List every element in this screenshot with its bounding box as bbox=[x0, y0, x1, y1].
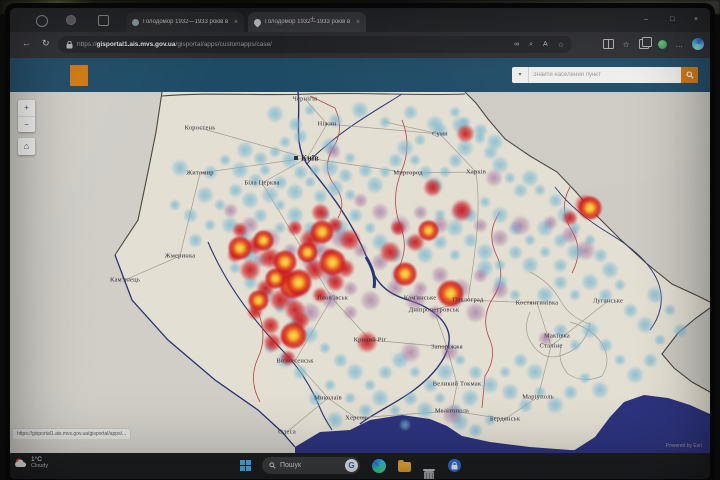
map-label: Харків bbox=[466, 169, 486, 176]
map-label: Макіївка bbox=[544, 333, 570, 340]
map-label: Чернігів bbox=[293, 96, 318, 103]
new-tab-button[interactable]: + bbox=[310, 15, 315, 24]
tab-title: Голодомор 1932—1933 років в bbox=[265, 19, 352, 25]
zoom-page-icon[interactable]: ⌕ bbox=[529, 41, 533, 49]
weather-temperature: 1°C bbox=[31, 456, 48, 463]
map-label: Миколаїв bbox=[314, 395, 342, 402]
map-label: Суми bbox=[432, 131, 448, 138]
home-button[interactable]: ⌂ bbox=[18, 138, 35, 155]
start-button[interactable] bbox=[240, 460, 251, 471]
map-label: Одеса bbox=[278, 429, 296, 436]
map-label: Київ bbox=[301, 154, 319, 163]
browser-tab-1[interactable]: Голодомор 1932—1933 років в × bbox=[126, 12, 244, 32]
map-canvas[interactable]: Чернігів Ніжин Коростень Суми Київ Житомир Хар… bbox=[10, 92, 710, 453]
window-close-button[interactable]: × bbox=[694, 16, 698, 23]
map-labels: Чернігів Ніжин Коростень Суми Київ Житомир Хар… bbox=[10, 92, 710, 453]
map-label: Миргород bbox=[393, 170, 422, 177]
more-menu-icon[interactable]: … bbox=[676, 40, 684, 49]
search-icon bbox=[269, 462, 276, 469]
workspaces-icon[interactable] bbox=[98, 15, 109, 26]
taskbar-search[interactable]: Пошук G bbox=[262, 457, 360, 474]
lock-icon bbox=[451, 462, 458, 470]
window-maximize-button[interactable]: □ bbox=[670, 16, 674, 23]
city-marker bbox=[294, 156, 298, 160]
app-logo[interactable] bbox=[70, 65, 88, 86]
back-button[interactable]: ← bbox=[22, 39, 31, 48]
search-highlight-icon[interactable]: G bbox=[345, 459, 358, 472]
map-label: Коростень bbox=[185, 125, 216, 132]
map-label: Жмеринка bbox=[165, 253, 196, 260]
map-label: Ніжин bbox=[318, 121, 337, 128]
map-label: Кам'янець bbox=[110, 277, 140, 284]
browser-tab-bar: Голодомор 1932—1933 років в × Голодомор … bbox=[10, 8, 710, 32]
settlement-search[interactable]: ▾ bbox=[512, 67, 698, 83]
map-label: Кам'янське bbox=[404, 295, 437, 302]
map-label: Житомир bbox=[186, 170, 213, 177]
lock-icon bbox=[66, 41, 73, 49]
tab-favicon bbox=[253, 17, 263, 27]
weather-icon bbox=[14, 457, 28, 469]
reader-icon[interactable]: ∞ bbox=[514, 41, 519, 48]
tab-favicon bbox=[132, 19, 139, 26]
map-label: Херсон bbox=[345, 415, 367, 422]
tab-title: Голодомор 1932—1933 років в bbox=[143, 19, 230, 25]
file-explorer-icon[interactable] bbox=[398, 462, 411, 472]
copilot-icon[interactable] bbox=[692, 38, 704, 50]
recycle-bin-icon[interactable] bbox=[424, 471, 434, 479]
lock-app-icon[interactable] bbox=[448, 459, 461, 472]
address-bar[interactable]: https://gisportal1.ais.mvs.gov.ua/gispor… bbox=[58, 36, 572, 53]
map-attribution: Powered by Esri bbox=[666, 443, 702, 449]
windows-taskbar: 1°C Cloudy Пошук G bbox=[10, 453, 710, 479]
map-label: Зінов'ївськ bbox=[316, 295, 348, 302]
zoom-in-button[interactable]: + bbox=[18, 100, 35, 117]
collections-icon[interactable] bbox=[639, 39, 649, 49]
map-label: Кривий Ріг bbox=[354, 337, 387, 344]
window-minimize-button[interactable]: – bbox=[644, 16, 648, 23]
map-label: Маріуполь bbox=[522, 394, 554, 401]
search-button[interactable] bbox=[681, 67, 698, 83]
url-text: https://gisportal1.ais.mvs.gov.ua/gispor… bbox=[77, 41, 272, 48]
tab-actions-icon[interactable] bbox=[66, 15, 76, 25]
map-label: Луганське bbox=[593, 298, 623, 305]
monitor-screen: Голодомор 1932—1933 років в × Голодомор … bbox=[10, 8, 710, 479]
map-label: Дніпропетровськ bbox=[409, 307, 460, 314]
map-label: Сталіне bbox=[540, 343, 563, 350]
read-aloud-icon[interactable]: A bbox=[543, 41, 548, 48]
map-label: Запоріжжя bbox=[431, 344, 463, 351]
browser-essentials-icon[interactable] bbox=[658, 40, 667, 49]
profile-avatar-icon[interactable] bbox=[36, 15, 48, 27]
browser-tab-2[interactable]: Голодомор 1932—1933 років в × bbox=[248, 12, 366, 32]
refresh-button[interactable]: ↻ bbox=[42, 39, 50, 48]
status-tooltip: https://gisportal1.ais.mvs.gov.ua/gispor… bbox=[12, 428, 131, 439]
favorite-star-icon[interactable]: ☆ bbox=[558, 41, 564, 49]
map-label: Павлоград bbox=[453, 297, 484, 304]
map-label: Бердянськ bbox=[490, 416, 520, 423]
photo-background: Голодомор 1932—1933 років в × Голодомор … bbox=[0, 0, 720, 480]
map-label: Великий Токмак bbox=[433, 381, 481, 388]
favorites-icon[interactable]: ☆ bbox=[623, 40, 630, 49]
map-label: Мелітополь bbox=[435, 408, 469, 415]
weather-widget[interactable]: 1°C Cloudy bbox=[14, 456, 48, 470]
weather-condition: Cloudy bbox=[31, 463, 48, 469]
split-screen-icon[interactable] bbox=[603, 39, 614, 49]
zoom-control[interactable]: + − bbox=[18, 100, 35, 132]
chevron-down-icon[interactable]: ▾ bbox=[512, 67, 529, 83]
search-input[interactable] bbox=[529, 72, 681, 78]
app-header: ▾ bbox=[10, 58, 710, 92]
zoom-out-button[interactable]: − bbox=[18, 117, 35, 133]
search-icon bbox=[686, 71, 694, 79]
tab-close-icon[interactable]: × bbox=[234, 19, 238, 26]
map-label: Біла Церква bbox=[244, 180, 279, 187]
browser-toolbar: ← ↻ https://gisportal1.ais.mvs.gov.ua/gi… bbox=[10, 32, 710, 58]
map-label: Костянтинівка bbox=[516, 300, 559, 307]
map-label: Вознесенськ bbox=[276, 358, 313, 365]
tab-close-icon[interactable]: × bbox=[356, 19, 360, 26]
taskbar-search-label: Пошук bbox=[280, 462, 341, 469]
edge-browser-icon[interactable] bbox=[372, 459, 386, 473]
